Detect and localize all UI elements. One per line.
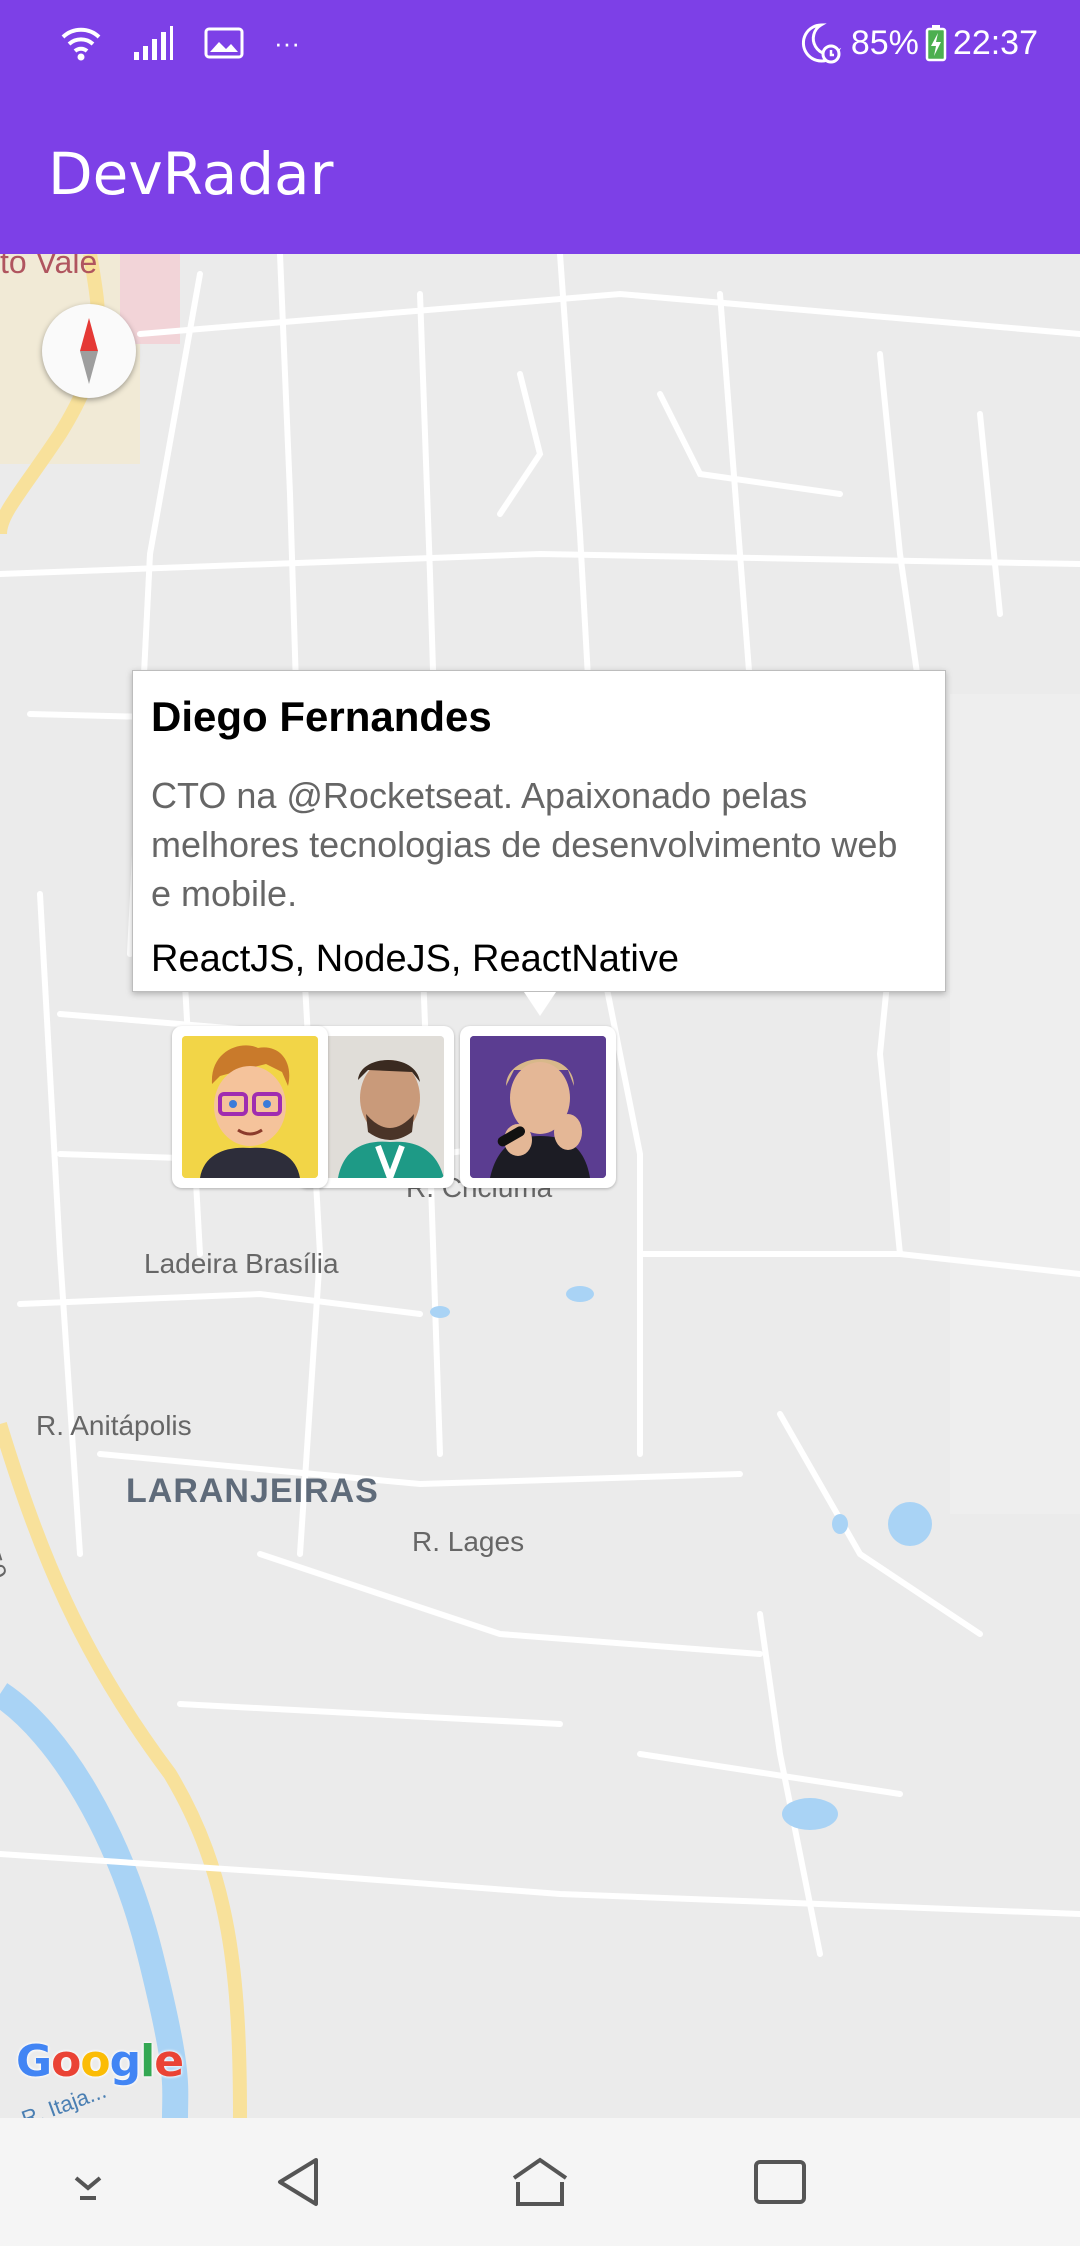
google-logo-letter: l <box>140 2036 155 2087</box>
google-logo-letter: G <box>16 2036 52 2087</box>
system-nav-bar <box>0 2118 1080 2246</box>
map-view[interactable]: to Vale R. Criciúma Ladeira Brasília R. … <box>0 254 1080 2118</box>
signal-icon <box>134 26 173 60</box>
back-icon[interactable] <box>268 2152 332 2212</box>
google-logo-letter: e <box>154 2036 184 2087</box>
status-left-icons: ··· <box>60 22 300 64</box>
google-logo-letter: o <box>51 2036 81 2087</box>
battery-percent: 85% <box>850 23 919 62</box>
google-logo-letter: g <box>109 2036 141 2087</box>
google-logo: Google <box>16 2036 184 2087</box>
clock: 22:37 <box>952 23 1038 62</box>
app-title: DevRadar <box>48 140 334 208</box>
map-label-to-vale: to Vale <box>0 254 98 280</box>
battery-charging-icon <box>925 25 947 62</box>
diego-avatar-image <box>470 1036 606 1178</box>
google-logo-letter: o <box>80 2036 110 2087</box>
map-label-brasilia: Ladeira Brasília <box>144 1248 339 1279</box>
avatar <box>182 1036 318 1178</box>
dev-name: Diego Fernandes <box>151 693 492 740</box>
map-label-laranjeiras: LARANJEIRAS <box>126 1472 379 1510</box>
dev-callout[interactable]: Diego Fernandes CTO na @Rocketseat. Apai… <box>132 670 946 992</box>
avatar <box>470 1036 606 1178</box>
compass-button[interactable] <box>42 304 136 398</box>
photo-avatar-image <box>308 1036 444 1178</box>
app-bar: DevRadar <box>0 90 1080 254</box>
dev-bio: CTO na @Rocketseat. Apaixonado pelas mel… <box>151 775 898 914</box>
status-right: 85% 22:37 <box>795 20 1038 66</box>
avatar <box>308 1036 444 1178</box>
map-label-lages: R. Lages <box>412 1526 525 1557</box>
map-label-anitapolis: R. Anitápolis <box>36 1410 192 1441</box>
dev-marker-1[interactable] <box>172 1026 328 1188</box>
more-notifications-icon: ··· <box>274 27 300 58</box>
image-notification-icon <box>204 27 244 59</box>
hide-nav-icon[interactable] <box>56 2152 120 2212</box>
home-icon[interactable] <box>508 2152 572 2212</box>
dev-techs: ReactJS, NodeJS, ReactNative <box>151 938 680 980</box>
dev-marker-3-selected[interactable] <box>460 1026 616 1188</box>
cartoon-avatar-image <box>182 1036 318 1178</box>
wifi-icon <box>61 27 101 61</box>
compass-icon <box>80 318 98 384</box>
recent-apps-icon[interactable] <box>748 2152 812 2212</box>
status-bar: ··· 85% 22:37 <box>0 0 1080 90</box>
do-not-disturb-moon-icon <box>801 23 842 64</box>
callout-pointer <box>524 992 556 1016</box>
